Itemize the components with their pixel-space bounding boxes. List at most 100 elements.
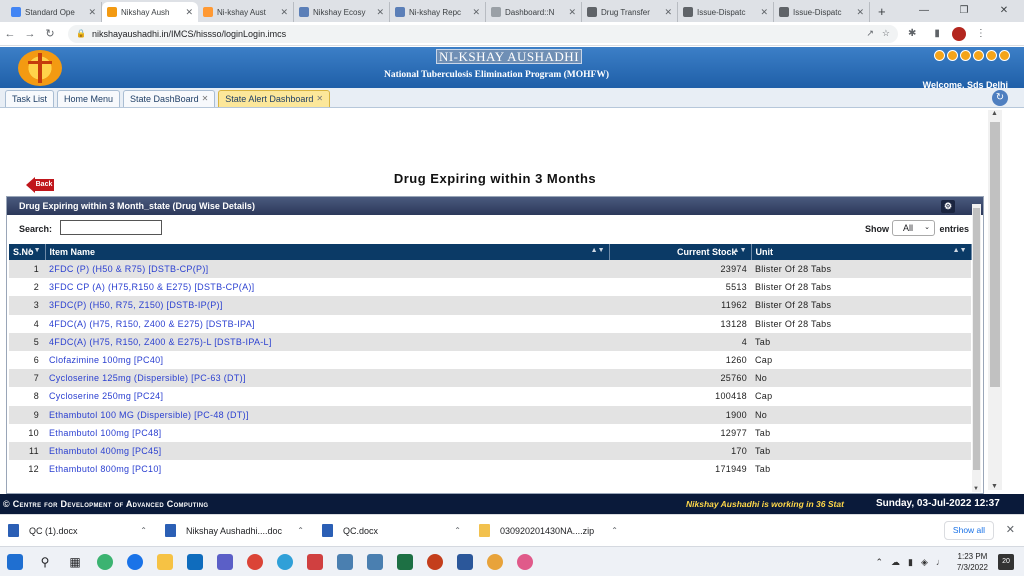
tab-close-icon[interactable]: ✕ (568, 7, 576, 18)
cell-item-link[interactable]: 4FDC(A) (H75, R150, Z400 & E275) [DSTB-I… (45, 314, 609, 333)
browser-tab[interactable]: Nikshay Ecosy ✕ (294, 2, 390, 22)
cell-item-link[interactable]: 4FDC(A) (H75, R150, Z400 & E275)-L [DSTB… (45, 332, 609, 351)
download-item[interactable]: QC (1).docx ⌃ (0, 519, 155, 543)
close-icon[interactable]: ✕ (202, 91, 209, 107)
window-close-button[interactable]: ✕ (984, 0, 1024, 22)
close-icon[interactable]: ✕ (316, 91, 323, 107)
cell-item-link[interactable]: Ethambutol 400mg [PC45] (45, 441, 609, 461)
share-icon[interactable]: ↗ (866, 28, 874, 39)
system-clock[interactable]: 1:23 PM 7/3/2022 (957, 551, 988, 573)
reload-icon[interactable]: ↻ (40, 27, 60, 40)
app-tab[interactable]: Task List (5, 90, 55, 107)
cell-item-link[interactable]: 3FDC CP (A) (H75,R150 & E275) [DSTB-CP(A… (45, 278, 609, 297)
tab-close-icon[interactable]: ✕ (856, 7, 864, 18)
back-arrow-icon[interactable]: ← (0, 28, 20, 40)
column-header-sno[interactable]: S.No ▲▼ (9, 244, 46, 260)
chrome-icon-2[interactable] (484, 551, 506, 573)
notification-icon[interactable]: 20 (998, 554, 1014, 570)
cell-item-link[interactable]: 3FDC(P) (H50, R75, Z150) [DSTB-IP(P)] (45, 296, 609, 315)
column-header-item-name[interactable]: Item Name ▲▼ (45, 244, 610, 260)
extensions-icon[interactable]: ✱ (908, 28, 916, 39)
column-header-current-stock[interactable]: Current Stock ▲▼ (609, 244, 752, 260)
word-icon[interactable] (454, 551, 476, 573)
chevron-up-icon[interactable]: ⌃ (454, 526, 461, 535)
app-tab[interactable]: State Alert Dashboard ✕ (218, 90, 331, 107)
bookmark-star-icon[interactable]: ☆ (882, 28, 890, 39)
edge-browser-icon[interactable] (124, 551, 146, 573)
volume-icon[interactable]: ♩ (936, 557, 945, 567)
lock-icon[interactable]: 🔒 (76, 29, 86, 38)
download-item[interactable]: 030920201430NA....zip ⌃ (471, 519, 626, 543)
app-icon-tool[interactable] (514, 551, 536, 573)
app-icon-cloud[interactable] (274, 551, 296, 573)
gear-icon[interactable]: ⚙ (941, 200, 955, 213)
app-tab[interactable]: Home Menu (57, 90, 121, 107)
refresh-icon[interactable]: ↻ (992, 90, 1008, 106)
wifi-icon[interactable]: ◈ (921, 557, 928, 568)
powerpoint-icon[interactable] (424, 551, 446, 573)
search-icon[interactable]: ⚲ (34, 551, 56, 573)
tab-close-icon[interactable]: ✕ (664, 7, 672, 18)
windows-start-icon[interactable] (4, 551, 26, 573)
tab-close-icon[interactable]: ✕ (185, 7, 193, 18)
browser-menu-icon[interactable]: ⋮ (976, 28, 986, 39)
page-scroll-thumb[interactable] (990, 122, 1000, 387)
lock-icon[interactable] (986, 50, 997, 61)
url-text[interactable]: nikshayaushadhi.in/IMCS/hissso/loginLogi… (92, 29, 858, 39)
excel-icon[interactable] (394, 551, 416, 573)
outlook-icon[interactable] (184, 551, 206, 573)
cell-item-link[interactable]: 2FDC (P) (H50 & R75) [DSTB-CP(P)] (45, 260, 609, 279)
download-item[interactable]: QC.docx ⌃ (314, 519, 469, 543)
browser-tab[interactable]: Dashboard::N ✕ (486, 2, 582, 22)
cell-item-link[interactable]: Ethambutol 100mg [PC48] (45, 423, 609, 442)
table-scroll-thumb[interactable] (973, 208, 980, 470)
table-scrollbar[interactable]: ▼ (972, 204, 981, 492)
show-all-button[interactable]: Show all (944, 521, 994, 540)
forward-arrow-icon[interactable]: → (20, 28, 40, 40)
browser-tab[interactable]: Issue-Dispatc ✕ (678, 2, 774, 22)
profile-avatar[interactable] (951, 26, 966, 41)
browser-tab[interactable]: Issue-Dispatc ✕ (774, 2, 870, 22)
alert-icon[interactable] (960, 50, 971, 61)
browser-tab[interactable]: Nikshay Aush ✕ (102, 2, 198, 22)
page-scrollbar[interactable]: ▲ ▼ (988, 110, 1002, 490)
power-icon[interactable] (999, 50, 1010, 61)
window-minimize-button[interactable]: — (904, 0, 944, 22)
search-icon[interactable] (947, 50, 958, 61)
chrome-icon[interactable] (244, 551, 266, 573)
chevron-up-icon[interactable]: ⌃ (875, 557, 883, 568)
window-restore-button[interactable]: ❐ (944, 0, 984, 22)
cell-item-link[interactable]: Ethambutol 100 MG (Dispersible) [PC-48 (… (45, 405, 609, 424)
browser-tab[interactable]: Ni-kshay Repc ✕ (390, 2, 486, 22)
new-tab-button[interactable]: + (870, 4, 894, 22)
cell-item-link[interactable]: Clofazimine 100mg [PC40] (45, 350, 609, 370)
file-explorer-icon[interactable] (154, 551, 176, 573)
column-header-unit[interactable]: Unit ▲▼ (751, 244, 972, 260)
download-item[interactable]: Nikshay Aushadhi....doc ⌃ (157, 519, 312, 543)
entries-select[interactable]: All ⌄ (892, 220, 935, 236)
tab-close-icon[interactable]: ✕ (376, 7, 384, 18)
tab-close-icon[interactable]: ✕ (472, 7, 480, 18)
teams-icon[interactable] (214, 551, 236, 573)
battery-icon[interactable]: ▮ (908, 557, 913, 568)
tab-close-icon[interactable]: ✕ (88, 7, 96, 18)
chevron-up-icon[interactable]: ⌃ (140, 526, 147, 535)
cell-item-link[interactable]: Cycloserine 125mg (Dispersible) [PC-63 (… (45, 369, 609, 388)
close-icon[interactable]: ✕ (1006, 523, 1015, 536)
cell-item-link[interactable]: Ethambutol 800mg [PC10] (45, 460, 609, 479)
user-icon[interactable] (973, 50, 984, 61)
sidebar-icon[interactable]: ▮ (934, 28, 940, 39)
browser-tab[interactable]: Drug Transfer ✕ (582, 2, 678, 22)
search-input[interactable] (60, 220, 162, 235)
app-icon-doc[interactable] (334, 551, 356, 573)
chevron-up-icon[interactable]: ⌃ (297, 526, 304, 535)
browser-tab[interactable]: Standard Ope ✕ (6, 2, 102, 22)
app-icon-red[interactable] (304, 551, 326, 573)
app-tab[interactable]: State DashBoard ✕ (123, 90, 216, 107)
edge-icon[interactable] (94, 551, 116, 573)
app-icon-doc2[interactable] (364, 551, 386, 573)
scroll-up-icon[interactable]: ▲ (991, 110, 998, 117)
cell-item-link[interactable]: Cycloserine 250mg [PC24] (45, 387, 609, 406)
scroll-down-icon[interactable]: ▼ (973, 486, 979, 492)
settings-icon[interactable] (934, 50, 945, 61)
